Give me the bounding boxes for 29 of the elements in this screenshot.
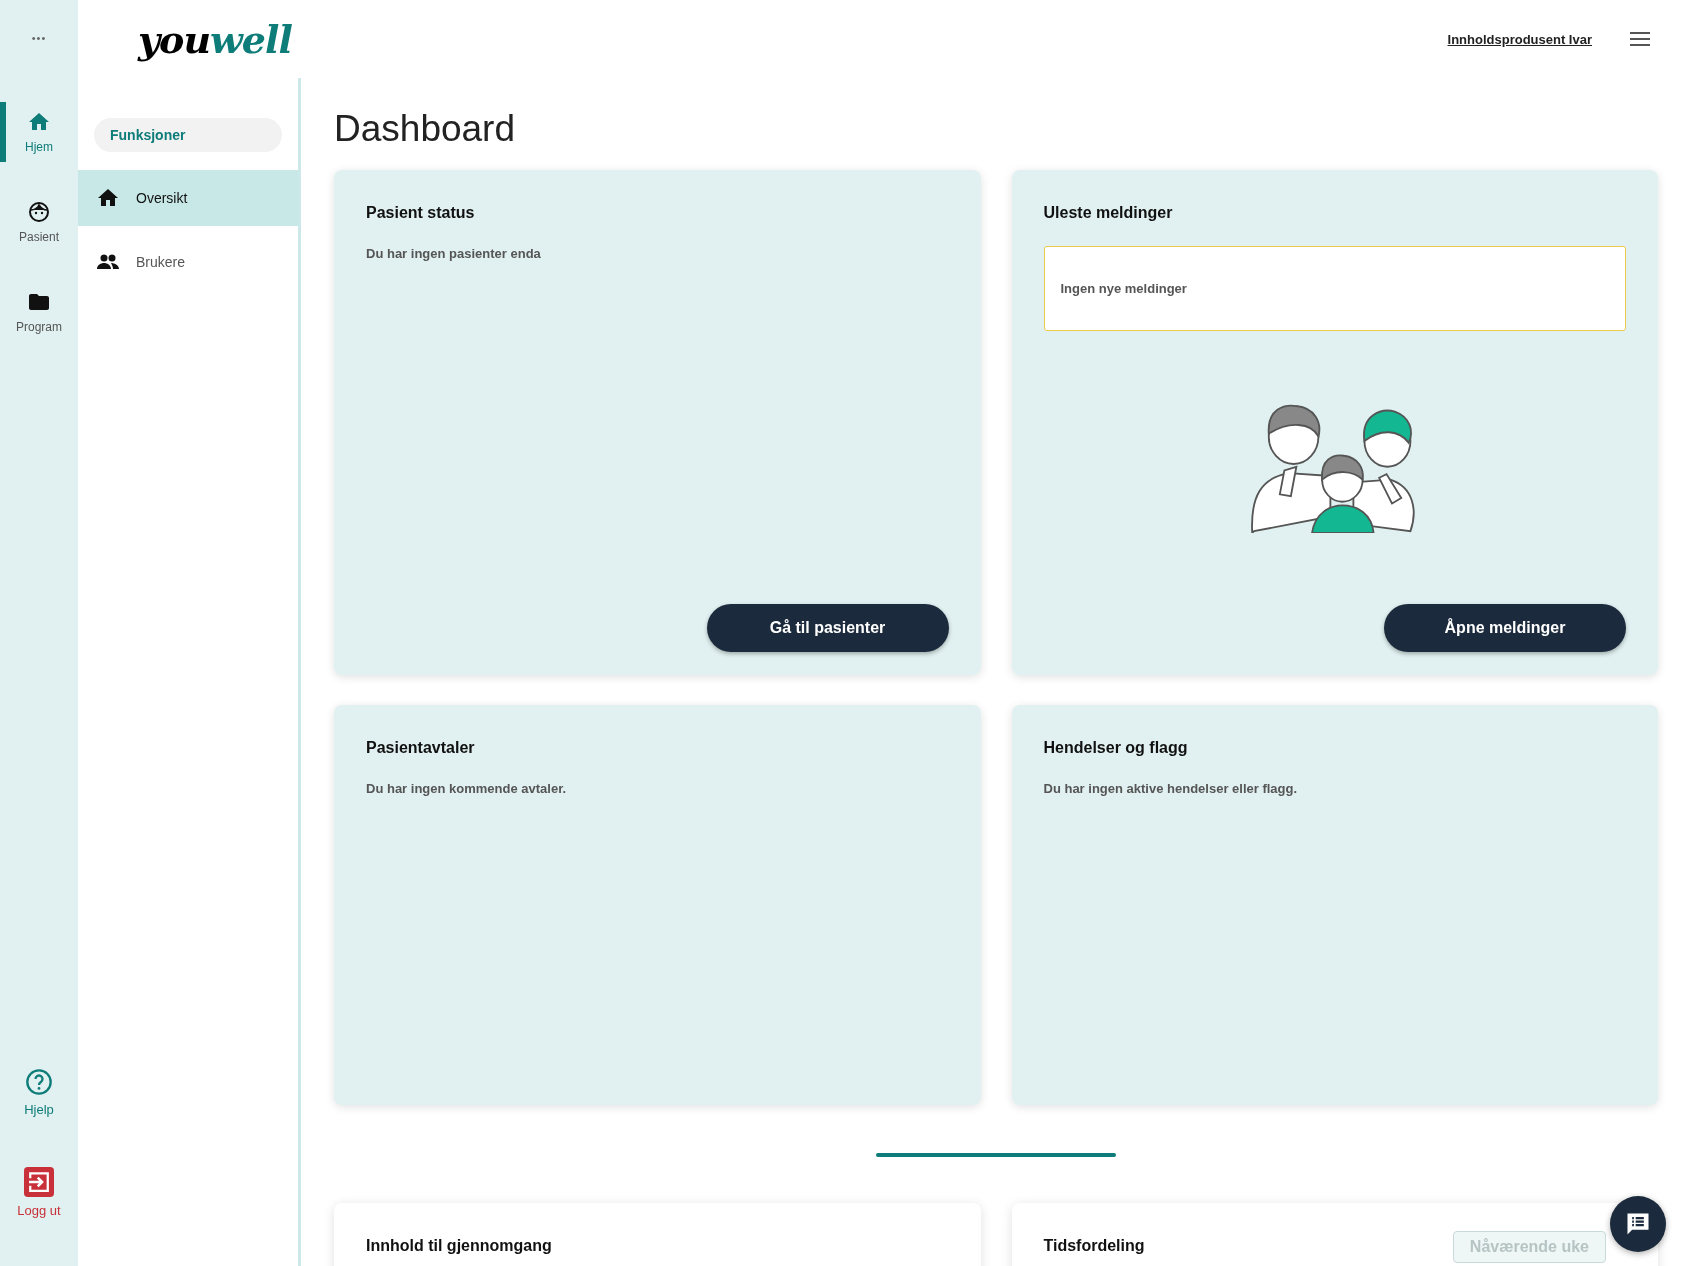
card-button[interactable]: Gå til pasienter	[706, 604, 949, 652]
card-title: Pasientavtaler	[366, 739, 476, 757]
rail-item[interactable]: Program	[0, 282, 78, 342]
help-button[interactable]: Hjelp	[0, 1060, 78, 1125]
logout-button[interactable]: Logg ut	[0, 1159, 78, 1226]
rail-item[interactable]: Hjem	[0, 102, 78, 162]
sidebar-item[interactable]: Brukere	[78, 234, 298, 290]
face-icon	[27, 200, 51, 224]
chat-button[interactable]	[1610, 1196, 1666, 1252]
empty-message: Du har ingen kommende avtaler.	[366, 781, 568, 796]
rail-item[interactable]: Pasient	[0, 192, 78, 252]
card-title: Uleste meldinger	[1043, 204, 1174, 222]
card-title: Innhold til gjennomgang	[366, 1237, 552, 1255]
empty-message: Du har ingen pasienter enda	[366, 246, 542, 261]
card-button[interactable]: Åpne meldinger	[1384, 604, 1626, 652]
sidebar-item[interactable]: Oversikt	[78, 170, 298, 226]
logo: youwell	[138, 16, 292, 62]
card-title: Pasient status	[366, 204, 476, 222]
section-label: Funksjoner	[94, 118, 282, 152]
card-title: Tidsfordeling	[1043, 1237, 1145, 1255]
more-icon[interactable]: •••	[31, 32, 47, 44]
empty-message: Du har ingen aktive hendelser eller flagg.	[1043, 781, 1299, 796]
logout-icon	[24, 1167, 54, 1197]
notice-box: Ingen nye meldinger	[1043, 246, 1626, 331]
page-title: Dashboard	[334, 108, 516, 150]
user-link[interactable]: Innholdsprodusent Ivar	[1447, 31, 1592, 47]
menu-icon[interactable]	[1630, 32, 1650, 46]
card-title: Hendelser og flagg	[1043, 739, 1189, 757]
help-icon	[25, 1068, 53, 1096]
